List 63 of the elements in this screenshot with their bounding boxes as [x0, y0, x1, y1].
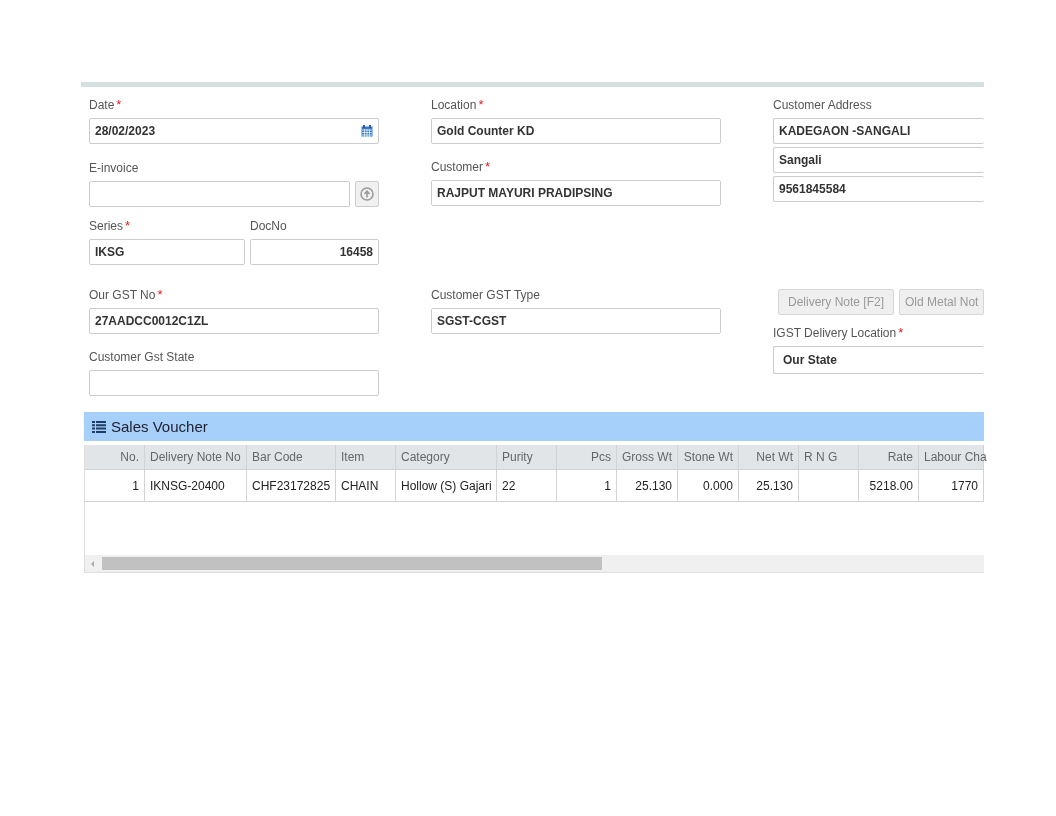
input-field[interactable] — [89, 181, 350, 207]
column-header[interactable]: Purity — [497, 445, 557, 469]
column-header[interactable]: No. — [85, 445, 145, 469]
field-label: Customer Address — [773, 98, 872, 112]
input-field[interactable]: 16458 — [250, 239, 379, 265]
field-label: IGST Delivery Location — [773, 326, 897, 340]
column-header[interactable]: Category — [396, 445, 497, 469]
date-field[interactable]: 28/02/2023 — [89, 118, 379, 144]
table-cell: Hollow (S) Gajari — [396, 469, 497, 502]
field-label: Series — [89, 219, 123, 233]
table-cell: IKNSG-20400 — [145, 469, 247, 502]
field-label: Customer — [431, 160, 483, 174]
upload-icon — [360, 187, 374, 201]
scrollbar-thumb[interactable] — [102, 557, 602, 570]
column-header[interactable]: Delivery Note No — [145, 445, 247, 469]
table-cell: CHF23172825 — [247, 469, 336, 502]
panel-title: Sales Voucher — [111, 418, 208, 435]
table-cell: 22 — [497, 469, 557, 502]
input-field[interactable]: 9561845584 — [773, 176, 984, 202]
calendar-icon — [361, 125, 373, 137]
input-field[interactable]: IKSG — [89, 239, 245, 265]
table-cell: 0.000 — [678, 469, 739, 502]
input-field[interactable]: Sangali — [773, 147, 984, 173]
table-cell: 1 — [85, 469, 145, 502]
column-header[interactable]: Net Wt — [739, 445, 799, 469]
field-label: E-invoice — [89, 161, 139, 175]
required-mark: * — [157, 288, 163, 302]
column-header[interactable]: R N G — [799, 445, 859, 469]
table-cell: 5218.00 — [859, 469, 919, 502]
column-header[interactable]: Stone Wt — [678, 445, 739, 469]
required-mark: * — [485, 160, 491, 174]
input-field[interactable]: KADEGAON -SANGALI — [773, 118, 984, 144]
column-header[interactable]: Bar Code — [247, 445, 336, 469]
input-field[interactable]: SGST-CGST — [431, 308, 721, 334]
upload-button[interactable] — [355, 181, 379, 207]
scroll-left-icon[interactable] — [89, 559, 97, 568]
select-field[interactable]: Our State — [773, 346, 984, 374]
required-mark: * — [125, 219, 131, 233]
table-cell: 1770 — [919, 469, 984, 502]
input-field[interactable] — [89, 370, 379, 396]
column-header[interactable]: Rate — [859, 445, 919, 469]
column-header[interactable]: Item — [336, 445, 396, 469]
table-cell: 25.130 — [739, 469, 799, 502]
required-mark: * — [478, 98, 484, 112]
required-mark: * — [116, 98, 122, 112]
table-cell: CHAIN — [336, 469, 396, 502]
input-field[interactable]: RAJPUT MAYURI PRADIPSING — [431, 180, 721, 206]
field-label: Our GST No — [89, 288, 156, 302]
table-cell: 25.130 — [617, 469, 678, 502]
input-field[interactable]: 27AADCC0012C1ZL — [89, 308, 379, 334]
table-cell — [799, 469, 859, 502]
field-label: Date — [89, 98, 115, 112]
field-label: DocNo — [250, 219, 287, 233]
field-label: Customer Gst State — [89, 350, 195, 364]
required-mark: * — [898, 326, 904, 340]
input-field[interactable]: Gold Counter KD — [431, 118, 721, 144]
field-label: Location — [431, 98, 477, 112]
table-cell: 1 — [557, 469, 617, 502]
column-header[interactable]: Gross Wt — [617, 445, 678, 469]
list-icon — [92, 420, 106, 433]
column-header[interactable]: Pcs — [557, 445, 617, 469]
horizontal-scrollbar[interactable] — [85, 555, 984, 573]
field-label: Customer GST Type — [431, 288, 540, 302]
